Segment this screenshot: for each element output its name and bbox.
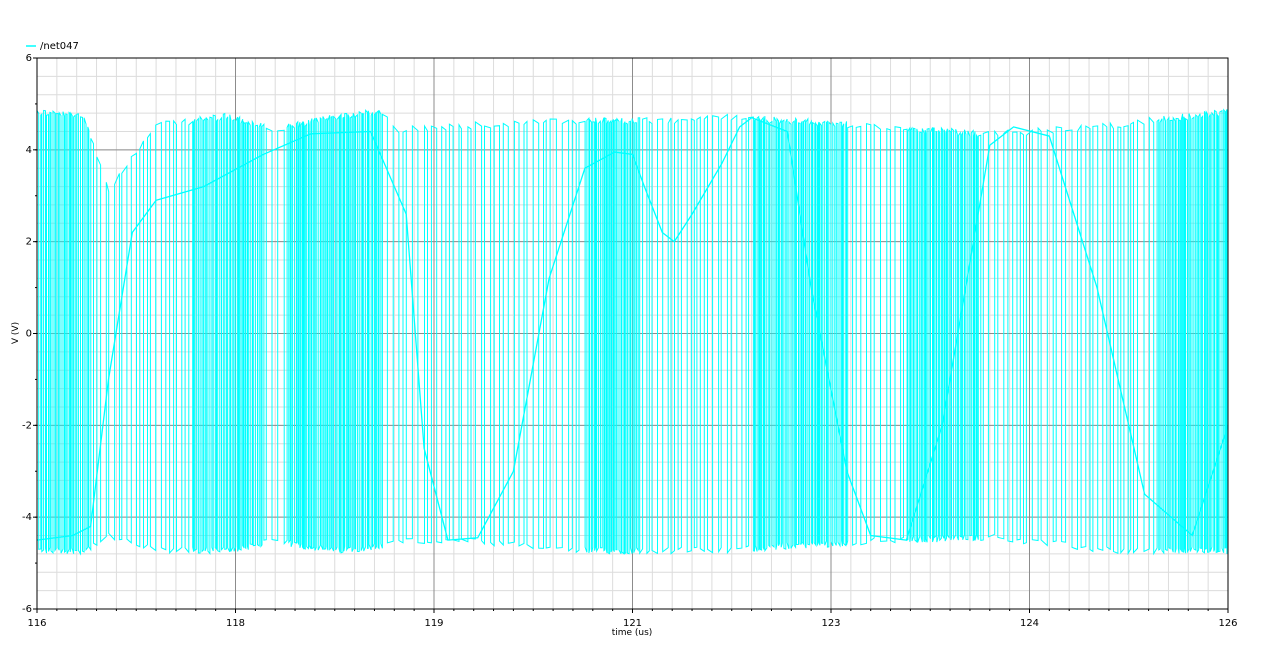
- x-tick-label: 118: [226, 618, 245, 629]
- x-axis-title: time (us): [612, 628, 653, 638]
- y-tick-label: -4: [22, 512, 32, 523]
- y-tick-label: 4: [26, 145, 32, 156]
- x-tick-label: 123: [821, 618, 840, 629]
- y-tick-label: -2: [22, 420, 32, 431]
- waveform-plot: 6420-2-4-6 116 118 119 121 123 124 126 V (V) t…: [0, 0, 1278, 650]
- legend-label-net047: /net047: [40, 41, 79, 52]
- y-tick-label: 6: [26, 53, 32, 64]
- x-tick-label: 116: [27, 618, 46, 629]
- x-tick-label: 126: [1218, 618, 1237, 629]
- y-axis-title: V (V): [11, 322, 21, 344]
- x-tick-label: 119: [424, 618, 443, 629]
- x-tick-label: 124: [1020, 618, 1039, 629]
- y-tick-label: 0: [26, 329, 32, 340]
- y-tick-label: 2: [26, 237, 32, 248]
- y-tick-label: -6: [22, 604, 32, 615]
